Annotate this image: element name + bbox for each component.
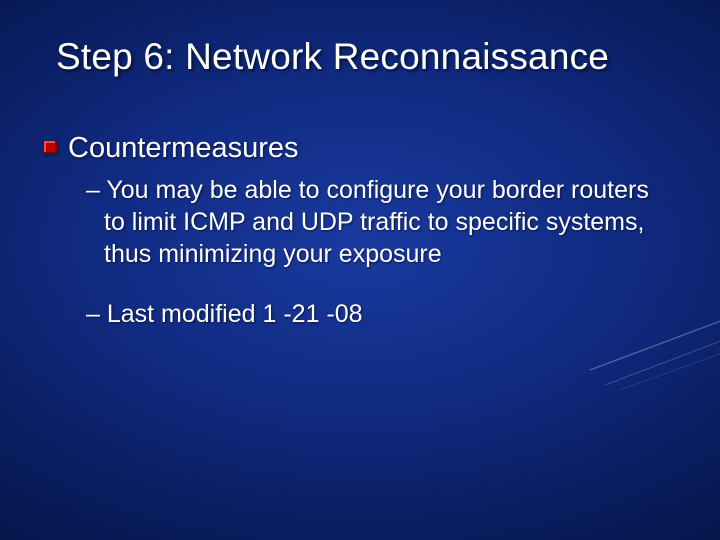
bullet-level2: – You may be able to configure your bord… — [86, 174, 660, 270]
slide-body: Countermeasures – You may be able to con… — [44, 130, 670, 330]
bullet-level1-text: Countermeasures — [68, 130, 299, 166]
bullet-level2: – Last modified 1 -21 -08 — [86, 298, 660, 330]
bullet-level1: Countermeasures — [44, 130, 670, 166]
slide-title: Step 6: Network Reconnaissance — [56, 36, 680, 78]
square-bullet-icon — [44, 141, 57, 154]
slide: Step 6: Network Reconnaissance Counterme… — [0, 0, 720, 540]
